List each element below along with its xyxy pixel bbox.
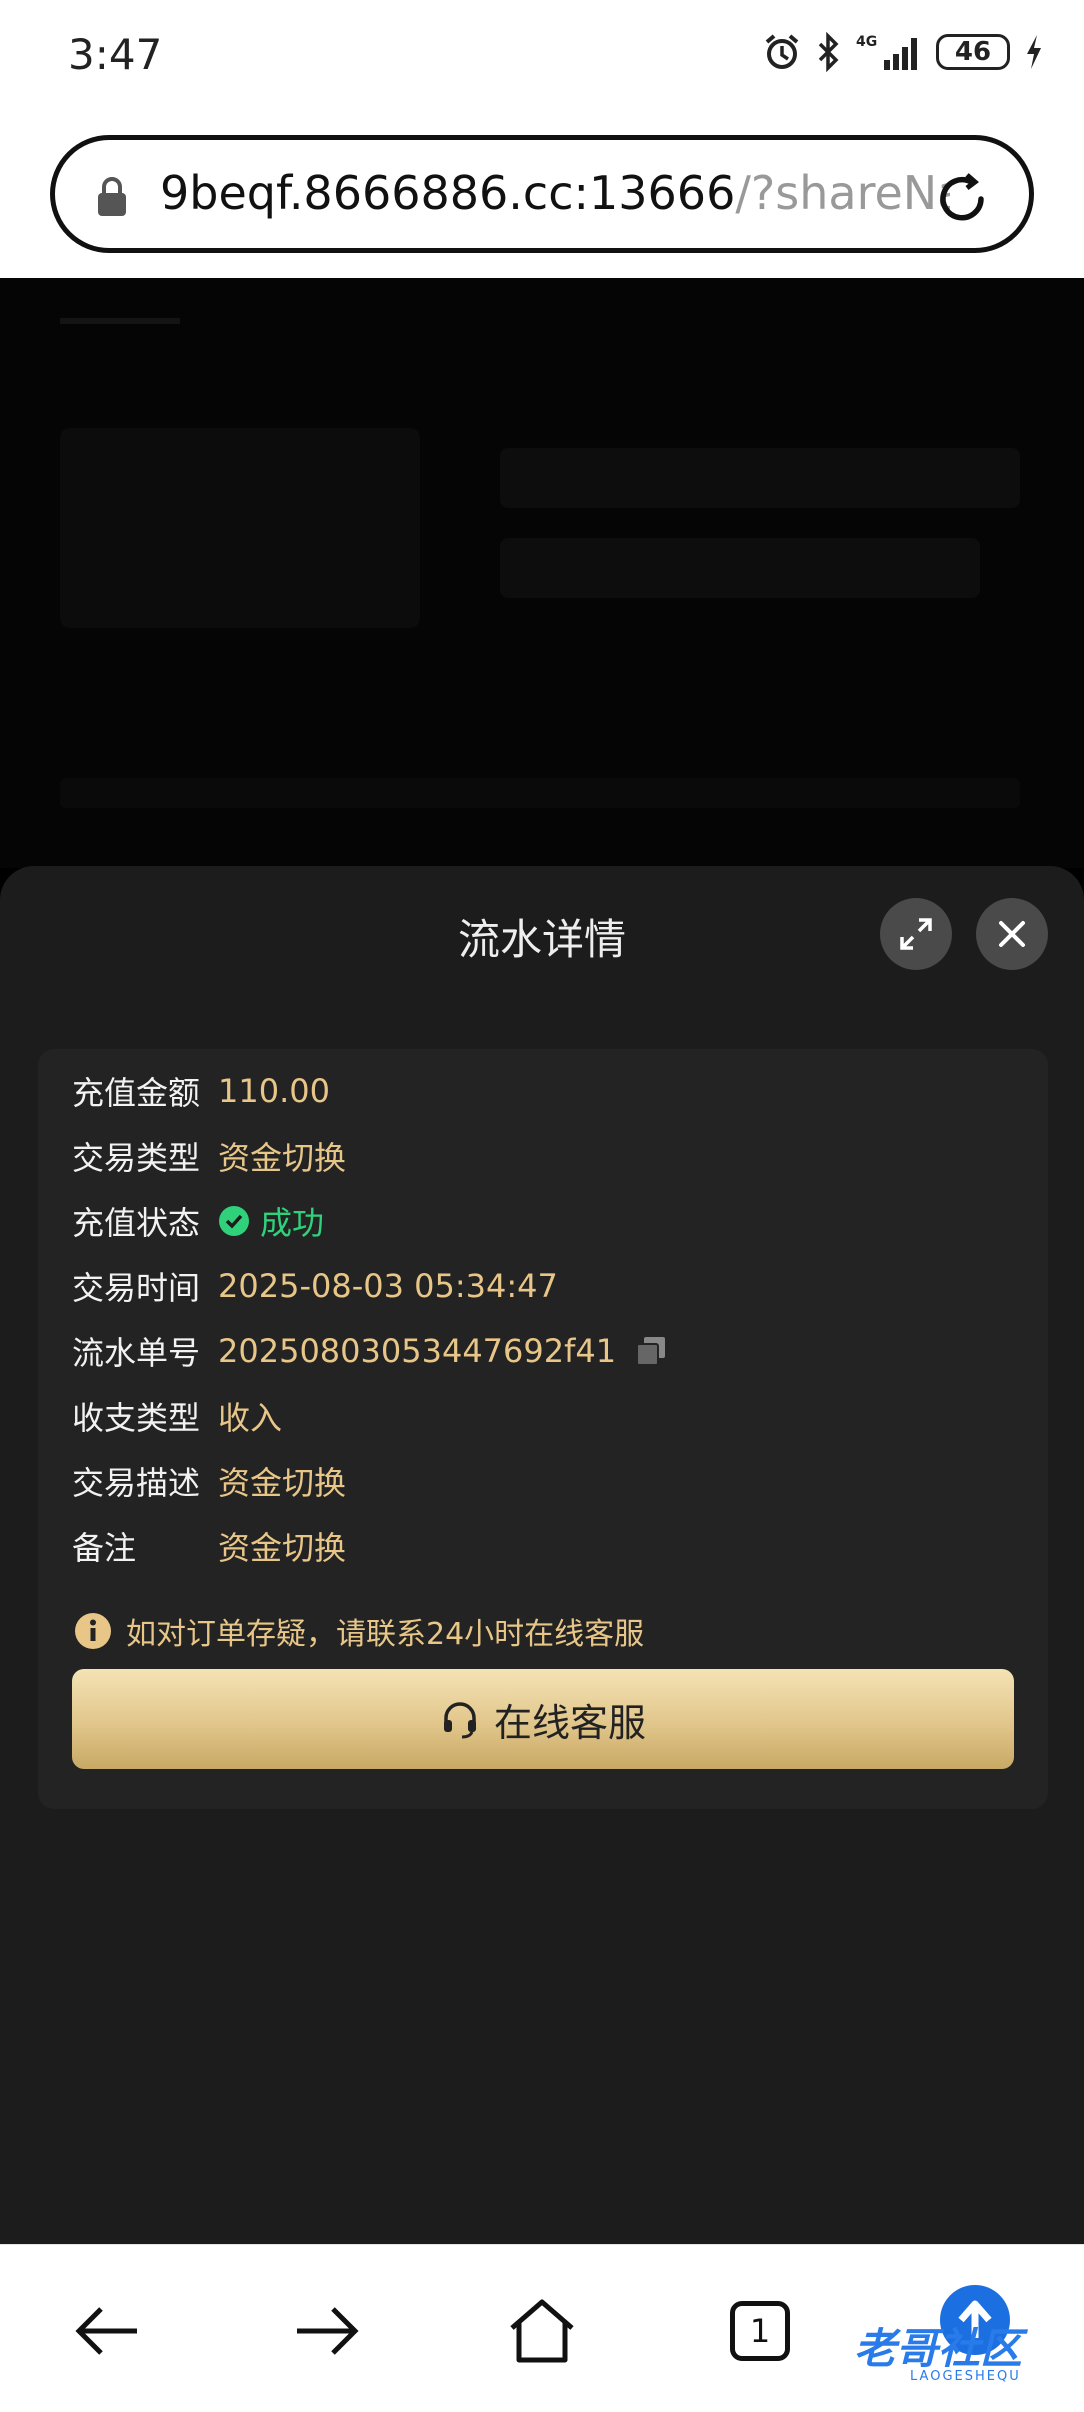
alarm-icon: [762, 32, 802, 72]
row-value: 收入: [218, 1399, 283, 1437]
tabs-button[interactable]: 1: [718, 2289, 802, 2373]
copy-icon[interactable]: [634, 1334, 668, 1368]
signal-icon: 4G: [856, 32, 922, 72]
browser-toolbar: 9beqf.8666886.cc:13666/?shareNa: [0, 110, 1084, 278]
row-value: 110.00: [218, 1072, 330, 1110]
bluetooth-icon: [816, 32, 842, 72]
watermark-subtext: LAOGESHEQU: [910, 2369, 1021, 2384]
detail-row-direction: 收支类型 收入: [72, 1391, 282, 1441]
dimmed-page-background: [0, 278, 1084, 868]
support-notice: 如对订单存疑，请联系24小时在线客服: [74, 1609, 644, 1653]
url-text[interactable]: 9beqf.8666886.cc:13666/?shareNa: [160, 166, 950, 220]
marquee-bar: [60, 778, 1020, 808]
home-icon: [510, 2299, 574, 2363]
lock-icon: [95, 176, 129, 222]
expand-button[interactable]: [880, 898, 952, 970]
banner-headline: [500, 448, 1020, 508]
url-host: 9beqf.8666886.cc:13666: [160, 166, 736, 220]
browser-bottom-nav: 1 老哥社区 LAOGESHEQU: [0, 2244, 1084, 2412]
detail-row-time: 交易时间 2025-08-03 05:34:47: [72, 1261, 558, 1311]
home-button[interactable]: [500, 2289, 584, 2373]
status-text: 成功: [260, 1204, 325, 1242]
row-value: 资金切换: [218, 1529, 347, 1567]
detail-row-serial: 流水单号 20250803053447692f41: [72, 1326, 668, 1376]
svg-text:4G: 4G: [856, 34, 877, 50]
row-label: 交易类型: [72, 1139, 201, 1177]
banner-subheadline: [500, 538, 980, 598]
row-value: 20250803053447692f41: [218, 1332, 668, 1370]
forward-arrow-icon: [297, 2307, 359, 2355]
row-label: 备注: [72, 1529, 137, 1567]
serial-number: 20250803053447692f41: [218, 1332, 617, 1370]
info-icon: [75, 1613, 111, 1649]
menu-icon: [60, 318, 180, 324]
close-icon: [999, 921, 1025, 947]
success-check-icon: [219, 1206, 249, 1236]
back-arrow-icon: [75, 2307, 137, 2355]
reload-icon[interactable]: [931, 168, 993, 234]
row-label: 充值金额: [72, 1074, 201, 1112]
status-icons: 4G 46: [762, 32, 1044, 72]
notice-text: 如对订单存疑，请联系24小时在线客服: [126, 1617, 645, 1652]
detail-row-type: 交易类型 资金切换: [72, 1131, 346, 1181]
transaction-detail-sheet: 流水详情 充值金额 110.00 交易类型 资金切换 充值状态 成功 交易时间 …: [0, 866, 1084, 2244]
row-label: 交易时间: [72, 1269, 201, 1307]
row-label: 充值状态: [72, 1204, 201, 1242]
charging-icon: [1024, 33, 1044, 71]
headset-icon: [443, 1702, 476, 1739]
row-value: 资金切换: [218, 1464, 347, 1502]
watermark-text: 老哥社区: [854, 2324, 1023, 2373]
back-button[interactable]: [66, 2289, 150, 2373]
row-value: 资金切换: [218, 1139, 347, 1177]
online-service-button[interactable]: 在线客服: [72, 1669, 1014, 1769]
banner-image: [60, 428, 420, 628]
detail-row-amount: 充值金额 110.00: [72, 1066, 330, 1116]
close-button[interactable]: [976, 898, 1048, 970]
forward-button[interactable]: [284, 2289, 368, 2373]
status-time: 3:47: [68, 30, 163, 79]
detail-row-description: 交易描述 资金切换: [72, 1456, 346, 1506]
address-bar[interactable]: 9beqf.8666886.cc:13666/?shareNa: [50, 135, 1034, 253]
battery-icon: 46: [936, 34, 1010, 70]
row-label: 流水单号: [72, 1334, 201, 1372]
url-path: /?shareNa: [735, 166, 950, 220]
detail-row-remark: 备注 资金切换: [72, 1521, 346, 1571]
row-label: 收支类型: [72, 1399, 201, 1437]
row-label: 交易描述: [72, 1464, 201, 1502]
status-bar: 3:47 4G 46: [0, 0, 1084, 110]
watermark-logo: 老哥社区 LAOGESHEQU: [840, 2285, 1070, 2385]
row-value: 2025-08-03 05:34:47: [218, 1267, 558, 1305]
service-button-label: 在线客服: [493, 1700, 646, 1745]
expand-icon: [900, 918, 932, 950]
detail-card: 充值金额 110.00 交易类型 资金切换 充值状态 成功 交易时间 2025-…: [38, 1049, 1048, 1809]
row-value: 成功: [218, 1198, 324, 1244]
detail-row-status: 充值状态 成功: [72, 1196, 324, 1246]
tab-count-badge: 1: [730, 2301, 790, 2361]
